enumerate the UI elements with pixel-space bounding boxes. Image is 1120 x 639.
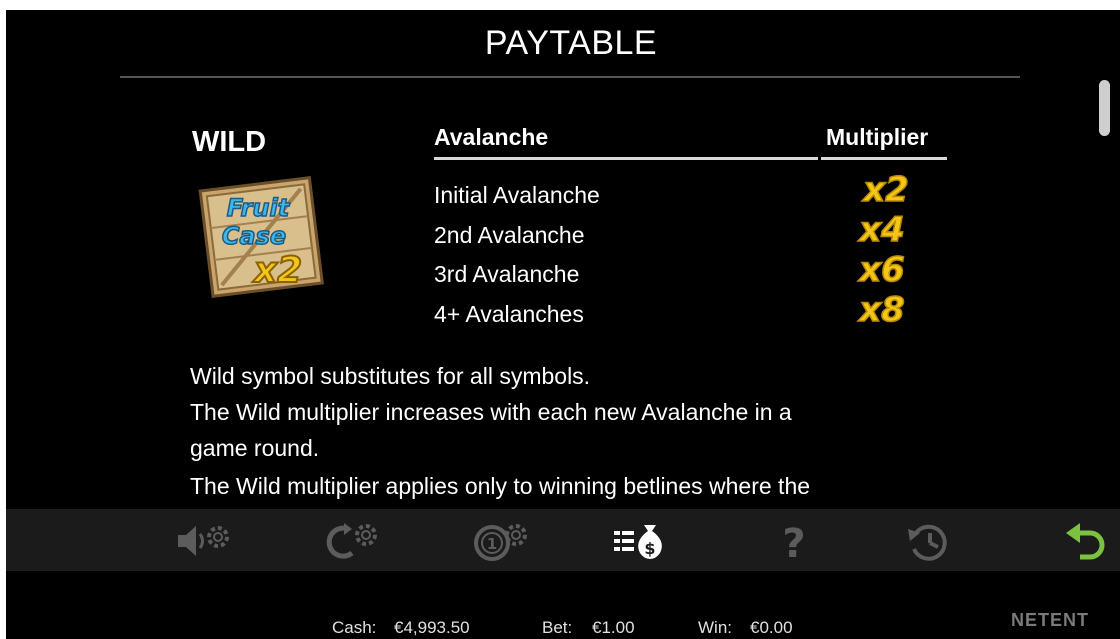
description-line: The Wild multiplier increases with each … [190,399,792,425]
svg-text:x6: x6 [857,250,905,286]
description-line: game round. [190,435,320,461]
svg-text:x2: x2 [861,170,909,206]
avalanche-row-label: 2nd Avalanche [434,222,585,248]
avalanche-row-label: 3rd Avalanche [434,261,580,287]
paytable-panel: PAYTABLE WILD Fruit Case x2 Avalanche Mu… [6,10,1120,639]
bet-settings-button[interactable]: 1 [470,519,534,563]
page-title: PAYTABLE [484,24,658,62]
avalanche-column-header: Avalanche [434,124,549,150]
coin-gear-icon: 1 [474,524,527,561]
history-clock-icon [908,524,947,561]
multiplier-column-header: Multiplier [826,124,929,150]
svg-text:x2: x2 [252,250,302,291]
sound-settings-button[interactable] [172,519,236,563]
multiplier-value: x8 [856,290,905,326]
status-bar: Cash: €4,993.50 Bet: €1.00 Win: €0.00 [6,616,1120,639]
win-value: €0.00 [750,618,793,637]
back-button[interactable] [1054,519,1118,563]
return-arrow-icon [1066,523,1105,560]
wild-heading: WILD [192,126,267,158]
brand-logo: NETENT [1011,610,1089,630]
multiplier-value: x2 [860,170,909,206]
autoplay-settings-button[interactable] [322,519,386,563]
help-button[interactable]: ? [762,519,826,563]
description-line: Wild symbol substitutes for all symbols. [190,363,591,389]
avalanche-row-label: Initial Avalanche [434,182,600,208]
multiplier-value: x6 [856,250,905,286]
game-toolbar: 1 $ ? [6,509,1120,571]
svg-text:x4: x4 [857,210,905,246]
speaker-gear-icon [178,526,229,556]
multiplier-value: x4 [856,210,905,246]
svg-text:x8: x8 [857,290,905,326]
svg-text:?: ? [782,521,805,563]
title-divider [120,76,1020,78]
avalanche-header-underline [434,157,818,160]
autoplay-gear-icon [326,523,377,559]
wild-symbol-image: Fruit Case x2 [198,176,324,298]
svg-text:$: $ [644,539,655,558]
bet-value: €1.00 [592,618,635,637]
cash-value: €4,993.50 [394,618,470,637]
svg-text:Case: Case [222,222,286,250]
multiplier-header-underline [821,157,947,160]
cash-label: Cash: [332,618,377,637]
avalanche-row-label: 4+ Avalanches [434,301,584,327]
question-icon: ? [782,521,805,563]
description-line: The Wild multiplier applies only to winn… [190,473,811,499]
svg-text:Fruit: Fruit [227,194,291,222]
scrollbar-thumb[interactable] [1099,80,1110,136]
bet-label: Bet: [542,618,573,637]
paytable-button[interactable]: $ [610,519,674,563]
history-button[interactable] [898,519,962,563]
svg-text:1: 1 [487,535,497,553]
win-label: Win: [698,618,732,637]
money-bag-list-icon: $ [614,525,662,559]
